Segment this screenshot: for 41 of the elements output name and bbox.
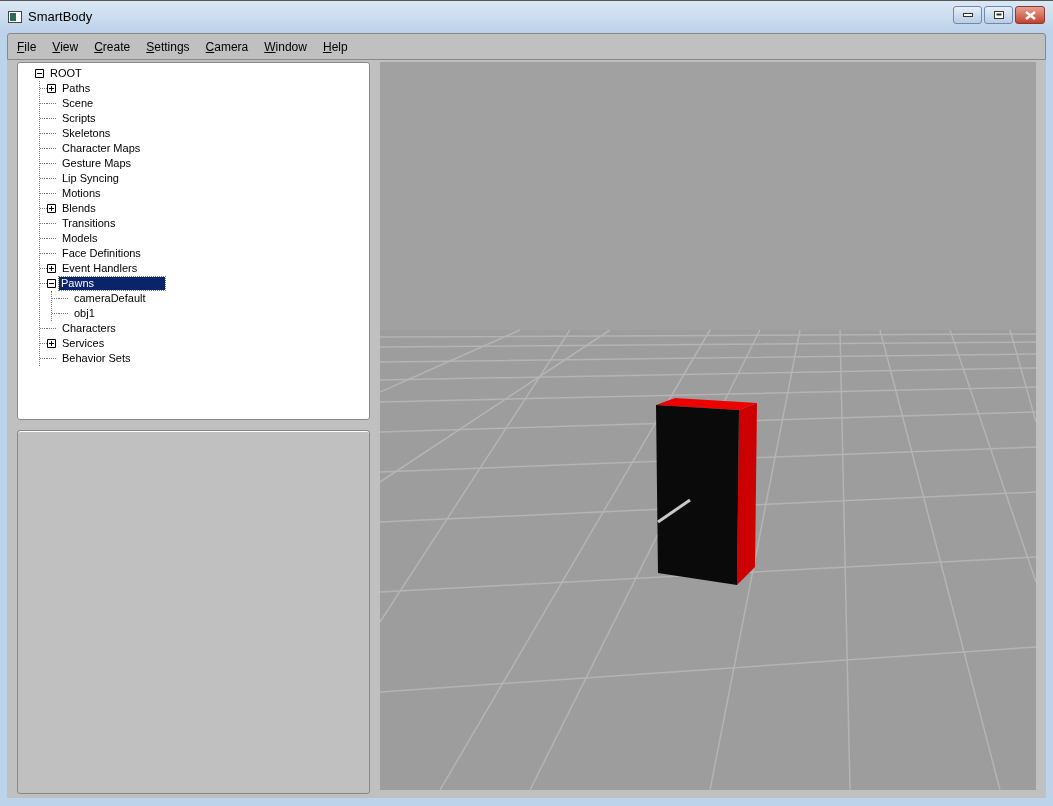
tree-item[interactable]: Character Maps bbox=[59, 142, 144, 155]
menu-item[interactable]: Create bbox=[94, 37, 131, 56]
minimize-icon bbox=[962, 13, 973, 17]
tree-item[interactable]: obj1 bbox=[71, 307, 98, 320]
menu-item[interactable]: Window bbox=[264, 37, 307, 56]
menu-item[interactable]: View bbox=[52, 37, 79, 56]
tree-item[interactable]: cameraDefault bbox=[71, 292, 149, 305]
tree-item[interactable]: Transitions bbox=[59, 217, 119, 230]
tree-item[interactable]: Blends bbox=[59, 202, 99, 215]
tree-item[interactable]: Models bbox=[59, 232, 101, 245]
tree-item[interactable]: Skeletons bbox=[59, 127, 114, 140]
tree-item[interactable]: Lip Syncing bbox=[59, 172, 122, 185]
tree-item[interactable]: Paths bbox=[59, 82, 94, 95]
tree-item[interactable]: Face Definitions bbox=[59, 247, 144, 260]
tree-item[interactable]: Scripts bbox=[59, 112, 99, 125]
tree-item[interactable]: Event Handlers bbox=[59, 262, 141, 275]
tree-item[interactable]: Motions bbox=[59, 187, 104, 200]
tree-item[interactable]: ROOT bbox=[47, 67, 85, 80]
window-title: SmartBody bbox=[28, 8, 93, 27]
tree-item[interactable]: Characters bbox=[59, 322, 119, 335]
menu-item[interactable]: Camera bbox=[205, 37, 249, 56]
collapse-icon[interactable] bbox=[35, 69, 44, 78]
expand-icon[interactable] bbox=[47, 339, 56, 348]
expand-icon[interactable] bbox=[47, 264, 56, 273]
menu-item[interactable]: Settings bbox=[146, 37, 190, 56]
expand-icon[interactable] bbox=[47, 84, 56, 93]
collapse-icon[interactable] bbox=[47, 279, 56, 288]
tree-item[interactable]: Scene bbox=[59, 97, 97, 110]
close-icon bbox=[1024, 10, 1036, 20]
tree-item[interactable]: Pawns bbox=[59, 277, 165, 290]
app-icon bbox=[8, 11, 22, 23]
maximize-button[interactable] bbox=[984, 6, 1013, 24]
expand-icon[interactable] bbox=[47, 204, 56, 213]
menu-item[interactable]: Help bbox=[322, 37, 348, 56]
minimize-button[interactable] bbox=[953, 6, 982, 24]
tree-item[interactable]: Services bbox=[59, 337, 108, 350]
maximize-icon bbox=[993, 11, 1004, 19]
close-button[interactable] bbox=[1015, 6, 1045, 24]
menu-item[interactable]: File bbox=[17, 37, 37, 56]
tree-item[interactable]: Behavior Sets bbox=[59, 352, 134, 365]
tree-item[interactable]: Gesture Maps bbox=[59, 157, 135, 170]
